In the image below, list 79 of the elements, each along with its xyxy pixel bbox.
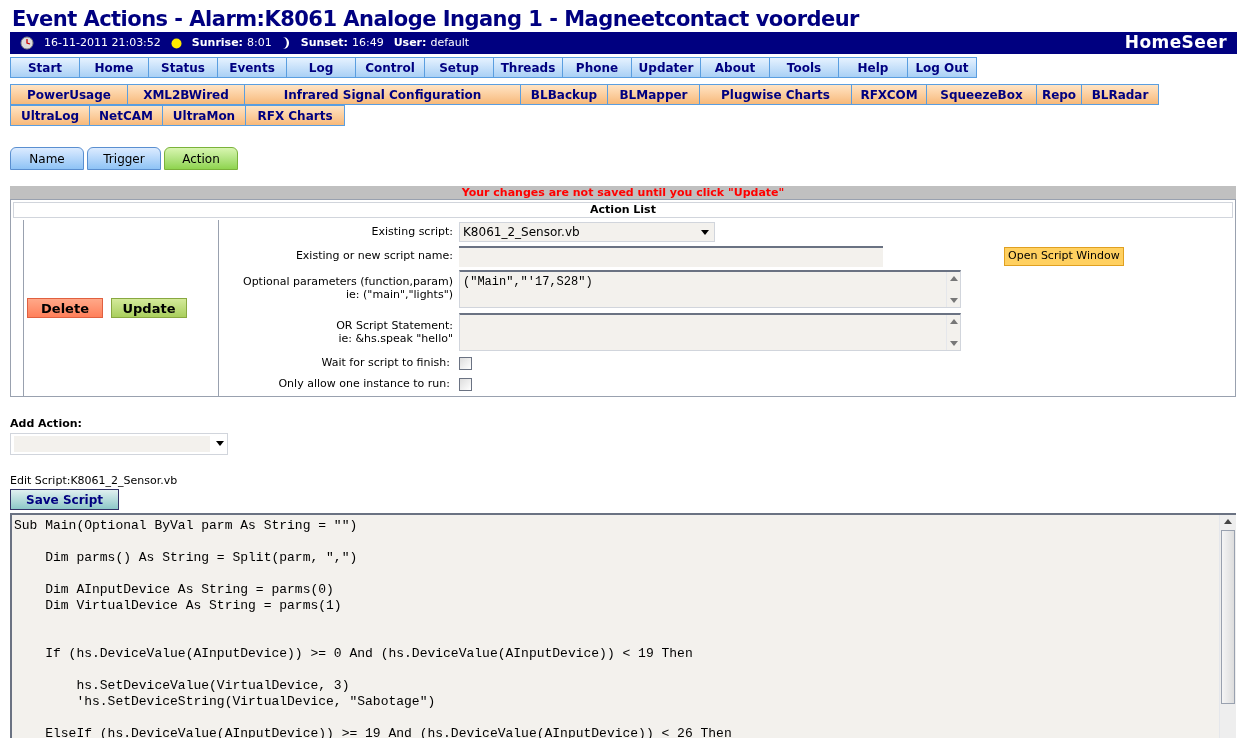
plugin-button[interactable]: BLRadar bbox=[1081, 84, 1159, 105]
menu-button[interactable]: Control bbox=[355, 57, 425, 78]
page-title: Event Actions - Alarm:K8061 Analoge Ingang 1 - Magneetcontact voordeur bbox=[11, 6, 861, 32]
sunrise-time: 8:01 bbox=[247, 34, 272, 51]
menu-button[interactable]: Log bbox=[286, 57, 356, 78]
scroll-up-icon[interactable] bbox=[1224, 518, 1232, 524]
warning-bar: Your changes are not saved until you click "Update" bbox=[10, 186, 1236, 199]
menu-button[interactable]: Status bbox=[148, 57, 218, 78]
sunrise-label: Sunrise: bbox=[191, 34, 243, 51]
update-button[interactable]: Update bbox=[111, 298, 187, 318]
plugin-button[interactable]: NetCAM bbox=[89, 105, 163, 126]
parameters-hint: ie: ("main","lights") bbox=[346, 288, 453, 301]
clock-icon bbox=[20, 36, 34, 50]
checkbox-label: Only allow one instance to run: bbox=[277, 376, 451, 393]
user-name: default bbox=[430, 34, 470, 51]
scrollbar[interactable] bbox=[1219, 514, 1236, 738]
script-name-label: Existing or new script name: bbox=[294, 248, 454, 265]
plugin-button[interactable]: SqueezeBox bbox=[926, 84, 1037, 105]
plugin-button[interactable]: Plugwise Charts bbox=[699, 84, 852, 105]
menu-button[interactable]: Phone bbox=[562, 57, 632, 78]
checkbox[interactable] bbox=[459, 357, 472, 370]
moon-icon bbox=[281, 36, 291, 50]
menu-button[interactable]: Updater bbox=[631, 57, 701, 78]
checkbox-label: Wait for script to finish: bbox=[320, 355, 451, 372]
script-name-field[interactable] bbox=[459, 246, 883, 267]
statement-label: OR Script Statement: bbox=[336, 319, 453, 332]
menu-button[interactable]: Log Out bbox=[907, 57, 977, 78]
date-time: 16-11-2011 21:03:52 bbox=[44, 34, 161, 51]
plugin-button[interactable]: UltraMon bbox=[162, 105, 246, 126]
parameters-field[interactable]: ("Main","'17,S28") bbox=[459, 270, 961, 308]
sunset-label: Sunset: bbox=[300, 34, 348, 51]
code-line: Dim parms() As String = Split(parm, ",") bbox=[44, 549, 358, 566]
menu-button[interactable]: About bbox=[700, 57, 770, 78]
plugin-button[interactable]: RFX Charts bbox=[245, 105, 345, 126]
plugin-button[interactable]: XML2BWired bbox=[127, 84, 245, 105]
plugin-button[interactable]: Repo bbox=[1036, 84, 1082, 105]
code-line: 'hs.SetDeviceString(VirtualDevice, "Sabotage") bbox=[75, 693, 436, 710]
scroll-arrows-icon bbox=[946, 272, 960, 307]
code-line: Dim AInputDevice As String = parms(0) bbox=[44, 581, 334, 598]
menu-button[interactable]: Help bbox=[838, 57, 908, 78]
menu-button[interactable]: Setup bbox=[424, 57, 494, 78]
caret-icon bbox=[216, 441, 224, 446]
statement-hint: ie: &hs.speak "hello" bbox=[338, 332, 453, 345]
code-line: Dim VirtualDevice As String = parms(1) bbox=[44, 597, 342, 614]
plugin-button[interactable]: PowerUsage bbox=[10, 84, 128, 105]
plugin-button[interactable]: UltraLog bbox=[10, 105, 90, 126]
code-line: If (hs.DeviceValue(AInputDevice)) >= 0 And (hs.DeviceValue(AInputDevice)) < 19 Then bbox=[44, 645, 693, 662]
code-line: Sub Main(Optional ByVal parm As String = "") bbox=[14, 517, 358, 534]
plugin-button[interactable]: RFXCOM bbox=[851, 84, 927, 105]
save-script-button[interactable]: Save Script bbox=[10, 489, 119, 510]
statement-field[interactable] bbox=[459, 313, 961, 351]
open-script-window-button[interactable]: Open Script Window bbox=[1004, 247, 1124, 266]
parameters-label: Optional parameters (function,param) bbox=[242, 275, 453, 288]
menu-button[interactable]: Tools bbox=[769, 57, 839, 78]
sun-icon bbox=[170, 37, 182, 49]
edit-script-label: Edit Script:K8061_2_Sensor.vb bbox=[10, 473, 179, 487]
plugin-button[interactable]: Infrared Signal Configuration bbox=[244, 84, 521, 105]
plugin-button[interactable]: BLBackup bbox=[520, 84, 608, 105]
logo: HomeSeer bbox=[1124, 31, 1227, 55]
scroll-arrows-icon bbox=[946, 315, 960, 350]
plugin-button[interactable]: BLMapper bbox=[607, 84, 700, 105]
existing-script-select[interactable]: K8061_2_Sensor.vb bbox=[459, 222, 715, 242]
action-list-title: Action List bbox=[13, 202, 1233, 218]
checkbox[interactable] bbox=[459, 378, 472, 391]
delete-button[interactable]: Delete bbox=[27, 298, 103, 318]
add-action-label: Add Action: bbox=[10, 416, 83, 432]
tab[interactable]: Trigger bbox=[87, 147, 161, 170]
tab[interactable]: Name bbox=[10, 147, 84, 170]
tab[interactable]: Action bbox=[164, 147, 238, 170]
script-editor[interactable] bbox=[10, 512, 1236, 738]
menu-button[interactable]: Threads bbox=[493, 57, 563, 78]
sunset-time: 16:49 bbox=[351, 34, 384, 51]
caret-icon bbox=[701, 229, 709, 235]
existing-script-label: Existing script: bbox=[370, 223, 454, 240]
menu-button[interactable]: Events bbox=[217, 57, 287, 78]
menu-button[interactable]: Home bbox=[79, 57, 149, 78]
code-line: hs.SetDeviceValue(VirtualDevice, 3) bbox=[75, 677, 350, 694]
menu-button[interactable]: Start bbox=[10, 57, 80, 78]
user-label: User: bbox=[393, 34, 427, 51]
